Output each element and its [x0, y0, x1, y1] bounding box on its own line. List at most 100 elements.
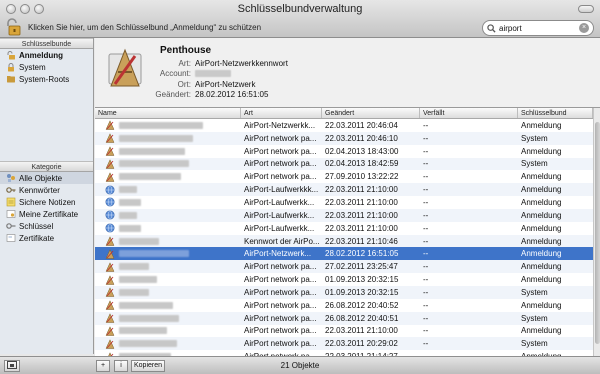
- table-row[interactable]: AirPort network pa... 02.04.2013 18:43:00…: [95, 145, 593, 158]
- clear-search-icon[interactable]: ×: [579, 23, 589, 33]
- redacted-name: [119, 250, 189, 258]
- art-cell: AirPort network pa...: [244, 275, 317, 285]
- folder-icon: [7, 76, 15, 83]
- keychain-cell: System: [521, 133, 548, 143]
- table-row[interactable]: AirPort network pa... 01.09.2013 20:32:15…: [95, 285, 593, 299]
- key-icon: [6, 187, 16, 193]
- certificate-icon: [6, 234, 16, 242]
- table-row[interactable]: AirPort network pa... 26.08.2012 20:40:52…: [95, 299, 593, 312]
- globe-icon: [105, 223, 115, 233]
- sidebar-item-kennwoerter[interactable]: Kennwörter: [0, 184, 93, 196]
- table-scrollbar[interactable]: [593, 108, 600, 356]
- art-cell: AirPort-Laufwerkk...: [244, 197, 315, 207]
- pen-app-icon: [105, 338, 115, 349]
- search-field[interactable]: ×: [482, 20, 594, 36]
- table-row[interactable]: Kennwort der AirPo... 22.03.2011 21:10:46…: [95, 234, 593, 248]
- art-label: Art:: [178, 59, 191, 68]
- art-cell: AirPort network pa...: [244, 287, 317, 297]
- sidebar-item-sichere-notizen[interactable]: Sichere Notizen: [0, 196, 93, 208]
- keychain-cell: Anmeldung: [521, 300, 562, 310]
- pen-app-icon: [105, 326, 115, 336]
- column-header-geaendert[interactable]: Geändert: [322, 108, 420, 118]
- column-header-schluesselbund[interactable]: Schlüsselbund: [518, 108, 593, 118]
- redacted-name: [119, 211, 137, 219]
- name-cell: [95, 185, 241, 195]
- keychain-cell: Anmeldung: [521, 210, 562, 220]
- name-cell: [95, 197, 241, 207]
- sidebar-item-label: Alle Objekte: [19, 173, 63, 183]
- unlocked-lock-icon: [7, 51, 15, 60]
- sidebar: Schlüsselbunde Anmeldung System System-R…: [0, 38, 94, 354]
- expires-cell: --: [423, 197, 429, 207]
- table-row[interactable]: AirPort network pa... 22.03.2011 20:46:10…: [95, 131, 593, 145]
- expires-cell: --: [423, 146, 429, 156]
- sidebar-item-system[interactable]: System: [0, 61, 93, 73]
- expires-cell: --: [423, 313, 429, 323]
- lock-keychain-button[interactable]: Klicken Sie hier, um den Schlüsselbund „…: [4, 17, 261, 37]
- sidebar-item-meine-zertifikate[interactable]: Meine Zertifikate: [0, 208, 93, 220]
- table-row[interactable]: AirPort network pa... 27.09.2010 13:22:22…: [95, 170, 593, 183]
- table-row[interactable]: AirPort network pa... 22.03.2011 20:29:02…: [95, 337, 593, 351]
- table-row[interactable]: AirPort-Laufwerkk... 22.03.2011 21:10:00 -…: [95, 222, 593, 235]
- redacted-name: [119, 186, 137, 194]
- expires-cell: --: [423, 326, 429, 336]
- pen-app-icon: [105, 159, 115, 169]
- art-cell: AirPort network pa...: [244, 339, 317, 349]
- table-row[interactable]: AirPort-Netzwerkk... 22.03.2011 20:46:04 -…: [95, 119, 593, 132]
- pen-app-icon: [105, 300, 115, 310]
- redacted-name: [119, 147, 185, 155]
- table-row[interactable]: AirPort network pa... 02.04.2013 18:42:59…: [95, 157, 593, 171]
- scrollbar-thumb[interactable]: [595, 122, 600, 344]
- table-row[interactable]: AirPort-Laufwerkkk... 22.03.2011 21:10:00…: [95, 183, 593, 197]
- pen-app-icon: [105, 133, 115, 144]
- name-cell: [95, 159, 241, 169]
- changed-cell: 22.03.2011 21:10:00: [325, 210, 398, 220]
- changed-cell: 22.03.2011 20:46:10: [325, 133, 398, 143]
- redacted-name: [119, 224, 141, 232]
- changed-cell: 22.03.2011 21:10:46: [325, 236, 398, 246]
- pen-app-icon: [105, 287, 115, 298]
- redacted-name: [119, 198, 141, 206]
- item-count: 21 Objekte: [280, 361, 320, 370]
- table-row[interactable]: AirPort network pa... 22.03.2011 21:10:00…: [95, 325, 593, 338]
- sidebar-item-schluessel[interactable]: Schlüssel: [0, 220, 93, 232]
- art-cell: Kennwort der AirPo...: [244, 236, 320, 246]
- sidebar-item-alle-objekte[interactable]: Alle Objekte: [0, 172, 93, 184]
- toolbar-toggle-button[interactable]: [578, 5, 594, 13]
- sidebar-item-zertifikate[interactable]: Zertifikate: [0, 232, 93, 244]
- art-cell: AirPort network pa...: [244, 133, 317, 143]
- lock-hint-text: Klicken Sie hier, um den Schlüsselbund „…: [28, 22, 262, 32]
- pen-app-icon: [105, 171, 115, 182]
- keychain-cell: System: [521, 287, 548, 297]
- table-row[interactable]: AirPort network pa... 27.02.2011 23:25:47…: [95, 260, 593, 274]
- redacted-account-value: [195, 70, 231, 77]
- item-name: Penthouse: [160, 45, 212, 56]
- detail-changed-row: Geändert: 28.02.2012 16:51:05: [135, 90, 268, 99]
- table-row[interactable]: AirPort network pa... 01.09.2013 20:32:15…: [95, 273, 593, 286]
- keychain-cell: Anmeldung: [521, 262, 562, 272]
- changed-cell: 01.09.2013 20:32:15: [325, 287, 399, 297]
- ort-value: AirPort-Netzwerk: [195, 80, 256, 89]
- art-cell: AirPort network pa...: [244, 300, 317, 310]
- column-header-verfaellt[interactable]: Verfällt: [420, 108, 518, 118]
- column-header-name[interactable]: Name: [95, 108, 241, 118]
- changed-cell: 02.04.2013 18:42:59: [325, 159, 399, 169]
- changed-cell: 22.03.2011 21:10:00: [325, 197, 398, 207]
- art-cell: AirPort-Laufwerkk...: [244, 223, 315, 233]
- changed-cell: 26.08.2012 20:40:51: [325, 313, 399, 323]
- table-row[interactable]: AirPort-Netzwerk... 28.02.2012 16:51:05 --…: [95, 247, 593, 261]
- table-row[interactable]: AirPort-Laufwerkk... 22.03.2011 21:10:00 -…: [95, 196, 593, 209]
- table-row[interactable]: AirPort network pa... 26.08.2012 20:40:51…: [95, 311, 593, 325]
- redacted-name: [119, 314, 179, 322]
- pen-app-icon: [105, 274, 115, 285]
- expires-cell: --: [423, 287, 429, 297]
- sidebar-item-system-roots[interactable]: System-Roots: [0, 73, 93, 85]
- table-row[interactable]: AirPort-Laufwerkk... 22.03.2011 21:10:00 -…: [95, 208, 593, 222]
- unlocked-lock-icon: [7, 18, 21, 36]
- keychain-cell: System: [521, 313, 548, 323]
- redacted-name: [119, 301, 173, 309]
- search-input[interactable]: [499, 23, 577, 33]
- keychain-cell: System: [521, 339, 548, 349]
- column-header-art[interactable]: Art: [241, 108, 322, 118]
- sidebar-item-anmeldung[interactable]: Anmeldung: [0, 49, 93, 61]
